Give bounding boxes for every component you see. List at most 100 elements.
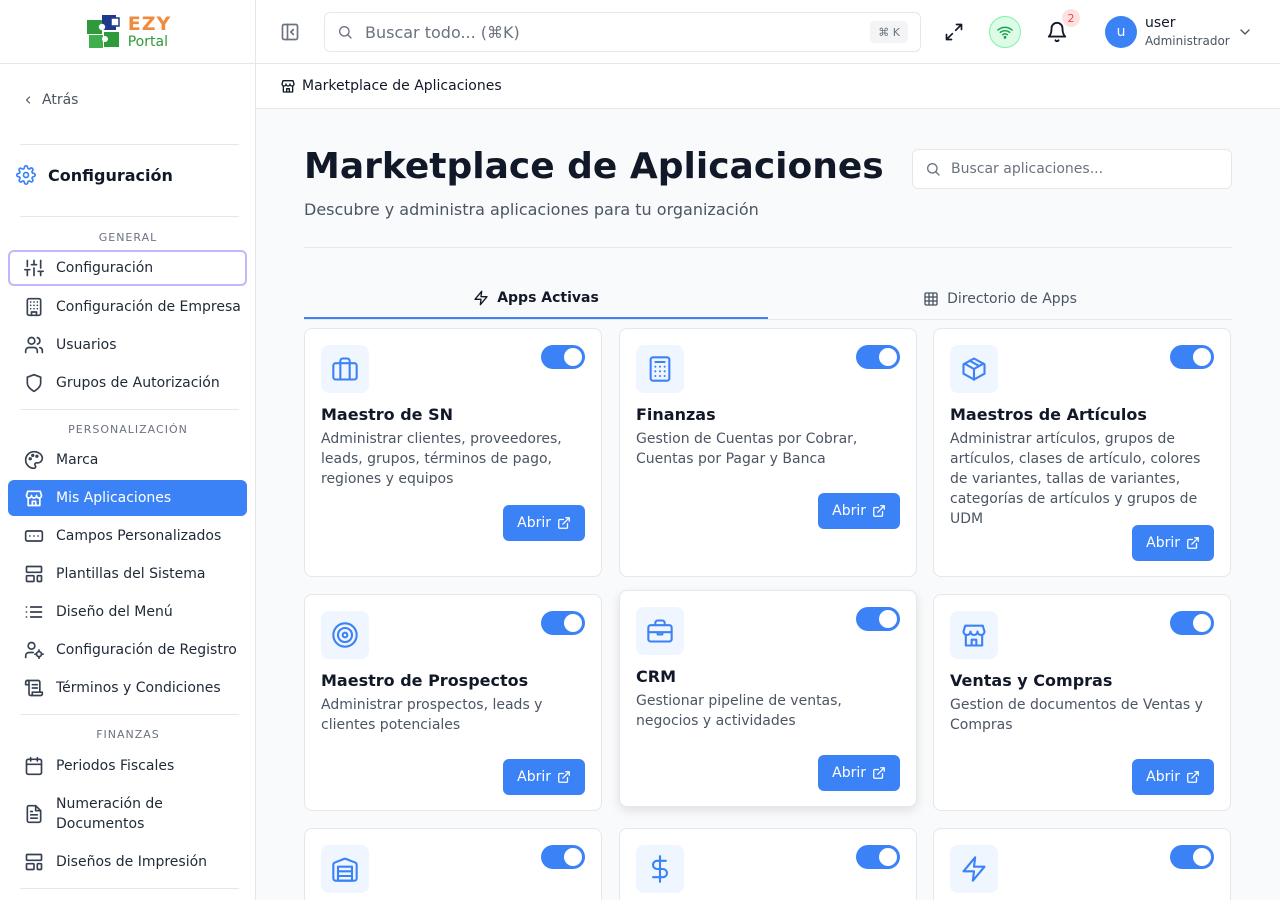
tab-apps-activas[interactable]: Apps Activas [304, 278, 768, 319]
calculator-icon [636, 345, 684, 393]
app-search-input[interactable]: Buscar aplicaciones... [912, 149, 1232, 189]
tab-directorio-apps[interactable]: Directorio de Apps [768, 278, 1232, 319]
shortcut-hint: ⌘ K [870, 21, 908, 43]
page-subtitle: Descubre y administra aplicaciones para … [304, 200, 759, 219]
connection-status-button[interactable] [989, 16, 1021, 48]
open-label: Abrir [517, 769, 551, 785]
sidebar-item-terminos-condiciones[interactable]: Términos y Condiciones [8, 670, 247, 706]
tab-label: Apps Activas [497, 289, 599, 306]
user-role: Administrador [1145, 34, 1230, 48]
page-title: Marketplace de Aplicaciones [304, 146, 884, 187]
app-description: Gestionar pipeline de ventas, negocios y… [636, 693, 842, 729]
brand-logo[interactable]: EZY Portal [0, 0, 255, 64]
group-label-personalizacion: PERSONALIZACIÓN [68, 423, 188, 436]
external-link-icon [1187, 771, 1199, 783]
brand-name: EZY [127, 12, 172, 35]
header-divider [304, 247, 1232, 248]
open-label: Abrir [832, 765, 866, 781]
app-title: Maestros de Artículos [950, 405, 1147, 424]
sidebar-item-mis-aplicaciones[interactable]: Mis Aplicaciones [8, 480, 247, 516]
sliders-icon [24, 258, 44, 278]
app-description: Administrar prospectos, leads y clientes… [321, 697, 543, 733]
app-description: Gestion de Cuentas por Cobrar, Cuentas p… [636, 431, 858, 467]
shield-icon [24, 373, 44, 393]
wifi-icon [997, 26, 1013, 39]
open-app-button[interactable]: Abrir [1132, 759, 1214, 795]
app-title: Maestro de Prospectos [321, 671, 529, 690]
sidebar-toggle-icon[interactable] [280, 22, 300, 42]
sidebar-item-label: Grupos de Autorización [56, 375, 220, 391]
app-enabled-toggle[interactable] [1170, 611, 1214, 635]
global-search-placeholder: Buscar todo... (⌘K) [365, 22, 520, 42]
zap-icon [950, 845, 998, 893]
avatar[interactable]: u [1105, 16, 1137, 48]
app-enabled-toggle[interactable] [856, 607, 900, 631]
briefcase-icon [321, 345, 369, 393]
open-app-button[interactable]: Abrir [503, 505, 585, 541]
external-link-icon [558, 517, 570, 529]
store-icon [281, 80, 295, 93]
sidebar: EZY Portal Atrás Configuración GENERAL C… [0, 0, 256, 900]
logo-puzzle-icon [84, 12, 124, 52]
open-label: Abrir [517, 515, 551, 531]
open-app-button[interactable]: Abrir [818, 755, 900, 791]
external-link-icon [873, 505, 885, 517]
back-link[interactable]: Atrás [22, 92, 78, 108]
sidebar-item-configuracion-empresa[interactable]: Configuración de Empresa [8, 289, 247, 325]
global-search-input[interactable]: Buscar todo... (⌘K) ⌘ K [324, 12, 921, 52]
app-card-zap [933, 828, 1231, 900]
sidebar-item-configuracion-registro[interactable]: Configuración de Registro [8, 632, 247, 668]
sidebar-item-marca[interactable]: Marca [8, 442, 247, 478]
app-enabled-toggle[interactable] [541, 845, 585, 869]
open-app-button[interactable]: Abrir [503, 759, 585, 795]
open-app-button[interactable]: Abrir [1132, 525, 1214, 561]
app-enabled-toggle[interactable] [856, 845, 900, 869]
user-cog-icon [24, 640, 44, 660]
app-enabled-toggle[interactable] [856, 345, 900, 369]
back-label: Atrás [42, 92, 79, 108]
app-enabled-toggle[interactable] [1170, 845, 1214, 869]
sidebar-item-plantillas-sistema[interactable]: Plantillas del Sistema [8, 556, 247, 592]
form-field-icon [24, 526, 44, 546]
external-link-icon [558, 771, 570, 783]
topbar: Buscar todo... (⌘K) ⌘ K 2 u user Adminis… [256, 0, 1280, 64]
app-card-maestro-sn: Maestro de SN Administrar clientes, prov… [304, 328, 602, 577]
open-label: Abrir [1146, 769, 1180, 785]
open-app-button[interactable]: Abrir [818, 493, 900, 529]
app-enabled-toggle[interactable] [541, 611, 585, 635]
sidebar-item-numeracion-documentos[interactable]: Numeración de Documentos [8, 790, 247, 838]
sidebar-item-grupos-autorizacion[interactable]: Grupos de Autorización [8, 365, 247, 401]
fullscreen-icon[interactable] [944, 22, 964, 42]
tab-label: Directorio de Apps [947, 290, 1077, 307]
app-title: Ventas y Compras [950, 671, 1113, 690]
warehouse-icon [321, 845, 369, 893]
sidebar-item-label: Marca [56, 452, 99, 468]
calendar-icon [24, 756, 44, 776]
sidebar-item-label: Campos Personalizados [56, 528, 222, 544]
file-text-icon [24, 804, 44, 824]
palette-icon [24, 450, 44, 470]
sidebar-item-campos-personalizados[interactable]: Campos Personalizados [8, 518, 247, 554]
users-icon [24, 335, 44, 355]
sidebar-item-disenos-impresion[interactable]: Diseños de Impresión [8, 844, 247, 880]
dollar-icon [636, 845, 684, 893]
sidebar-item-diseno-menu[interactable]: Diseño del Menú [8, 594, 247, 630]
sidebar-item-periodos-fiscales[interactable]: Periodos Fiscales [8, 748, 247, 784]
user-name[interactable]: user [1145, 15, 1176, 31]
app-card-finanzas: Finanzas Gestion de Cuentas por Cobrar, … [619, 328, 917, 577]
layout-template-icon [24, 852, 44, 872]
sidebar-item-configuracion[interactable]: Configuración [8, 250, 247, 286]
app-enabled-toggle[interactable] [1170, 345, 1214, 369]
app-title: CRM [636, 667, 676, 686]
sidebar-item-label: Diseño del Menú [56, 604, 173, 620]
search-icon [927, 163, 940, 176]
sidebar-divider [20, 409, 239, 410]
app-enabled-toggle[interactable] [541, 345, 585, 369]
app-description: Administrar clientes, proveedores, leads… [321, 431, 562, 487]
app-description: Gestion de documentos de Ventas y Compra… [950, 697, 1203, 733]
breadcrumb-current: Marketplace de Aplicaciones [302, 78, 502, 94]
layout-template-icon [24, 564, 44, 584]
sidebar-divider [20, 888, 239, 889]
sidebar-item-usuarios[interactable]: Usuarios [8, 327, 247, 363]
chevron-down-icon[interactable] [1237, 24, 1253, 40]
